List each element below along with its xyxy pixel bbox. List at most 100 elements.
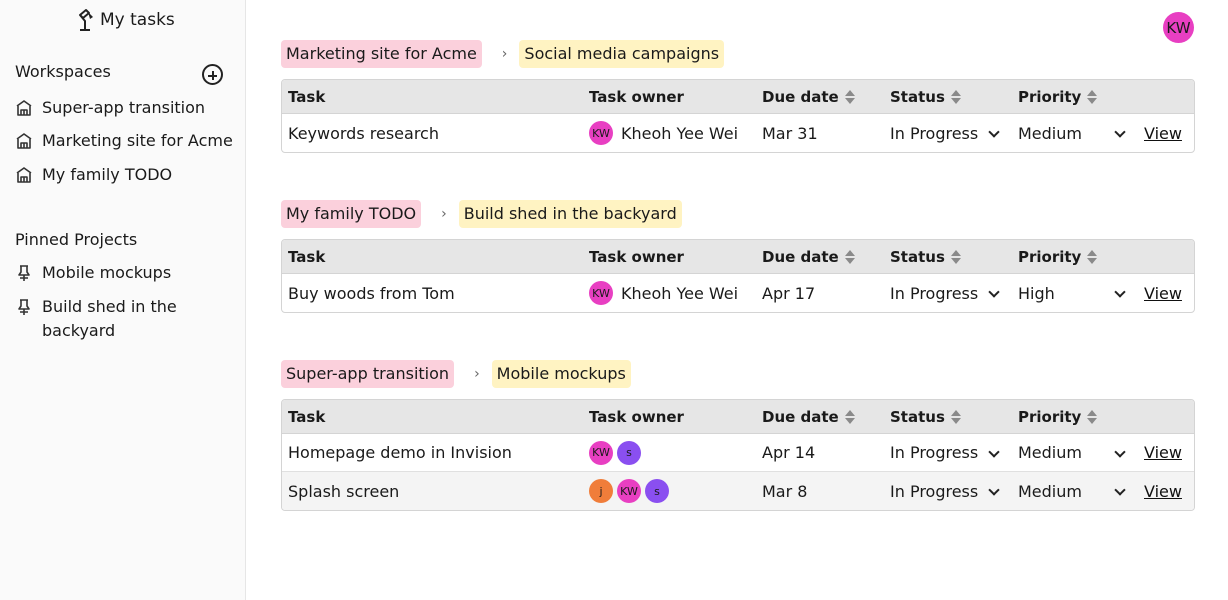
column-header-owner: Task owner: [583, 240, 756, 274]
sidebar-item-marketing-site[interactable]: Marketing site for Acme: [15, 129, 240, 153]
sort-icon[interactable]: [950, 89, 961, 105]
chevron-right-icon: ›: [474, 366, 480, 382]
sidebar-item-build-shed[interactable]: Build shed in the backyard: [15, 295, 240, 343]
column-header-status[interactable]: Status: [884, 240, 1012, 274]
project-chip[interactable]: Build shed in the backyard: [458, 200, 682, 228]
column-header-due-date[interactable]: Due date: [756, 400, 884, 434]
add-workspace-button[interactable]: [202, 64, 223, 85]
chevron-down-icon: [1114, 485, 1126, 497]
project-chip[interactable]: Mobile mockups: [491, 360, 631, 388]
task-name: Buy woods from Tom: [288, 283, 455, 303]
priority-select[interactable]: Medium: [1018, 124, 1132, 143]
column-header-status[interactable]: Status: [884, 400, 1012, 434]
chevron-down-icon: [1114, 127, 1126, 139]
table-row[interactable]: Splash screen j KW s Mar 8 In Progress Med…: [282, 472, 1194, 510]
owner-avatar: KW: [589, 281, 613, 305]
sidebar: My tasks Workspaces Super-app transition…: [0, 0, 246, 600]
column-header-priority[interactable]: Priority: [1012, 240, 1138, 274]
owner-name: Kheoh Yee Wei: [621, 123, 739, 143]
status-value: In Progress: [890, 123, 979, 143]
workspace-chip[interactable]: My family TODO: [281, 200, 422, 228]
project-chip[interactable]: Social media campaigns: [519, 40, 725, 68]
desk-lamp-icon: [79, 9, 93, 31]
task-name: Splash screen: [282, 472, 583, 510]
sort-icon[interactable]: [844, 249, 855, 265]
table-row[interactable]: Keywords research KW Kheoh Yee Wei Mar 31…: [282, 114, 1194, 152]
table-header-row: Task Task owner Due date Status Priority: [282, 80, 1194, 114]
status-value: In Progress: [890, 283, 979, 303]
chevron-down-icon: [988, 287, 1000, 299]
column-header-due-date[interactable]: Due date: [756, 240, 884, 274]
status-select[interactable]: In Progress: [890, 443, 1006, 462]
column-header-task: Task: [282, 400, 583, 434]
app-title-text: My tasks: [100, 10, 175, 30]
column-header-actions: [1138, 240, 1194, 274]
app-title[interactable]: My tasks: [76, 8, 175, 32]
priority-select[interactable]: Medium: [1018, 443, 1132, 462]
table-header-row: Task Task owner Due date Status Priority: [282, 400, 1194, 434]
sort-icon[interactable]: [950, 249, 961, 265]
priority-select[interactable]: Medium: [1018, 482, 1132, 501]
owner-avatar: KW: [589, 440, 613, 465]
user-avatar[interactable]: KW: [1163, 12, 1194, 43]
column-header-due-date[interactable]: Due date: [756, 80, 884, 114]
sort-icon[interactable]: [1087, 409, 1098, 425]
task-table: Task Task owner Due date Status Priority…: [281, 239, 1195, 313]
view-link[interactable]: View: [1144, 482, 1182, 501]
column-header-task: Task: [282, 240, 583, 274]
chevron-right-icon: ›: [501, 46, 508, 62]
sort-icon[interactable]: [1087, 249, 1098, 265]
column-header-status[interactable]: Status: [884, 80, 1012, 114]
sort-icon[interactable]: [844, 409, 855, 425]
owner-avatar: KW: [617, 479, 641, 503]
project-group: Marketing site for Acme › Social media c…: [281, 40, 1195, 153]
workspace-chip[interactable]: Marketing site for Acme: [281, 40, 482, 68]
task-owner: j KW s: [589, 479, 750, 503]
owner-avatar: j: [589, 479, 613, 503]
priority-select[interactable]: High: [1018, 284, 1132, 303]
building-icon: [16, 133, 32, 149]
status-select[interactable]: In Progress: [890, 124, 1006, 143]
sidebar-item-mobile-mockups[interactable]: Mobile mockups: [15, 261, 240, 285]
priority-value: High: [1018, 283, 1055, 303]
building-icon: [16, 100, 32, 116]
sidebar-item-label: Build shed in the backyard: [42, 297, 177, 340]
sort-icon[interactable]: [1087, 89, 1098, 105]
sidebar-item-super-app-transition[interactable]: Super-app transition: [15, 96, 240, 120]
pin-icon: [18, 265, 30, 281]
chevron-down-icon: [1114, 287, 1126, 299]
view-link[interactable]: View: [1144, 443, 1182, 462]
task-owner: KW Kheoh Yee Wei: [589, 281, 750, 305]
view-link[interactable]: View: [1144, 124, 1182, 143]
building-icon: [16, 167, 32, 183]
priority-value: Medium: [1018, 123, 1082, 143]
breadcrumb: Super-app transition › Mobile mockups: [281, 360, 1195, 388]
table-row[interactable]: Buy woods from Tom KW Kheoh Yee Wei Apr 1…: [282, 274, 1194, 312]
due-date: Mar 8: [756, 472, 884, 510]
priority-value: Medium: [1018, 443, 1082, 462]
view-link[interactable]: View: [1144, 284, 1182, 303]
owner-name: Kheoh Yee Wei: [621, 283, 739, 303]
priority-value: Medium: [1018, 481, 1082, 501]
status-select[interactable]: In Progress: [890, 284, 1006, 303]
sidebar-item-label: My family TODO: [42, 165, 173, 184]
sidebar-item-my-family-todo[interactable]: My family TODO: [15, 163, 240, 187]
column-header-actions: [1138, 80, 1194, 114]
column-header-priority[interactable]: Priority: [1012, 80, 1138, 114]
workspace-chip[interactable]: Super-app transition: [281, 360, 455, 388]
column-header-owner: Task owner: [583, 80, 756, 114]
task-owner: KW s: [589, 440, 750, 465]
status-select[interactable]: In Progress: [890, 482, 1006, 501]
sort-icon[interactable]: [950, 409, 961, 425]
chevron-down-icon: [1114, 447, 1126, 459]
table-row[interactable]: Homepage demo in Invision KW s Apr 14 In …: [282, 434, 1194, 472]
task-table: Task Task owner Due date Status Priority…: [281, 399, 1195, 511]
owner-avatar: s: [617, 440, 641, 465]
workspaces-heading: Workspaces: [15, 62, 111, 81]
column-header-priority[interactable]: Priority: [1012, 400, 1138, 434]
column-header-actions: [1138, 400, 1194, 434]
pinned-projects-heading: Pinned Projects: [15, 230, 138, 249]
sort-icon[interactable]: [844, 89, 855, 105]
breadcrumb: Marketing site for Acme › Social media c…: [281, 40, 1195, 68]
sidebar-item-label: Super-app transition: [42, 98, 206, 117]
